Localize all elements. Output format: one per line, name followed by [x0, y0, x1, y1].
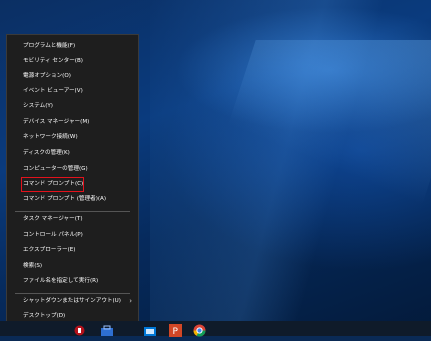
menu-item-search[interactable]: 検索(S) [7, 259, 138, 274]
menu-item-label: シャットダウンまたはサインアウト(U) [23, 298, 121, 304]
powerpoint-icon[interactable]: P [169, 322, 182, 337]
menu-item-shutdown-signout[interactable]: シャットダウンまたはサインアウト(U) › [7, 294, 138, 309]
shield-icon[interactable] [143, 322, 157, 336]
menu-item-disk-management[interactable]: ディスクの管理(K) [7, 146, 138, 161]
command-prompt-highlight-box [21, 177, 84, 192]
menu-item-explorer[interactable]: エクスプローラー(E) [7, 243, 138, 258]
winx-context-menu: プログラムと機能(F) モビリティ センター(B) 電源オプション(O) イベン… [6, 34, 139, 322]
menu-item-mobility-center[interactable]: モビリティ センター(B) [7, 54, 138, 69]
menu-item-device-manager[interactable]: デバイス マネージャー(M) [7, 115, 138, 130]
chrome-icon[interactable] [193, 322, 206, 337]
menu-item-power-options[interactable]: 電源オプション(O) [7, 69, 138, 84]
menu-item-computer-management[interactable]: コンピューターの管理(G) [7, 162, 138, 177]
menu-item-event-viewer[interactable]: イベント ビューアー(V) [7, 84, 138, 99]
menu-item-task-manager[interactable]: タスク マネージャー(T) [7, 212, 138, 227]
menu-item-network-connections[interactable]: ネットワーク接続(W) [7, 130, 138, 145]
menu-item-system[interactable]: システム(Y) [7, 99, 138, 114]
menu-item-run[interactable]: ファイル名を指定して実行(R) [7, 274, 138, 289]
menu-item-command-prompt-admin[interactable]: コマンド プロンプト (管理者)(A) [7, 192, 138, 207]
menu-item-programs-features[interactable]: プログラムと機能(F) [7, 39, 138, 54]
taskbar: P [0, 321, 431, 337]
store-icon[interactable] [100, 322, 114, 336]
chevron-right-icon: › [129, 297, 132, 305]
menu-item-control-panel[interactable]: コントロール パネル(P) [7, 228, 138, 243]
media-icon[interactable] [72, 322, 87, 336]
